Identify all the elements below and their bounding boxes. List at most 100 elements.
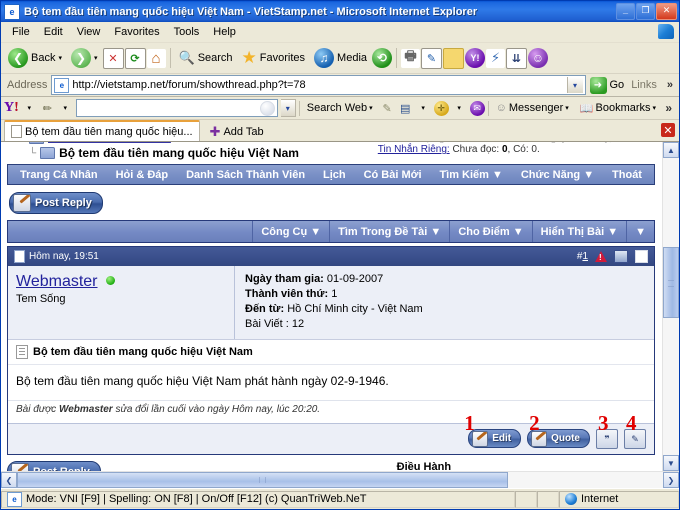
menu-item-tools[interactable]: Tools (167, 24, 207, 40)
pencil-caret-icon[interactable]: ▾ (58, 101, 73, 116)
printer-icon[interactable]: 🖶 (401, 48, 421, 68)
nav-item-newposts[interactable]: Có Bài Mới (362, 169, 424, 181)
quote-icon (531, 430, 548, 447)
forward-caret-icon[interactable]: ▾ (94, 54, 98, 62)
antispy-caret-icon[interactable]: ▾ (452, 101, 467, 116)
title-bar: e Bộ tem đầu tiên mang quốc hiệu Việt Na… (1, 1, 679, 22)
highlighter-icon[interactable]: ✎ (380, 101, 395, 116)
nav-item-memberlist[interactable]: Danh Sách Thành Viên (184, 169, 307, 181)
yahoo-logo-icon[interactable]: Y! (4, 100, 19, 116)
rate-thread-menu[interactable]: Cho Điểm ▼ (450, 221, 533, 242)
scroll-up-button[interactable]: ▲ (663, 142, 679, 158)
smiley-icon[interactable]: ☺ (528, 48, 549, 68)
pencil-icon[interactable]: ✏ (40, 101, 55, 116)
status-spacer-1 (515, 490, 537, 508)
scroll-down-button[interactable]: ▼ (663, 455, 679, 471)
menu-item-file[interactable]: File (5, 24, 37, 40)
pm-link[interactable]: Tin Nhắn Riêng: (378, 144, 450, 155)
back-label: Back (31, 52, 56, 64)
yahoo-bookmarks-button[interactable]: 📖 Bookmarks ▾ (576, 100, 660, 117)
yahoo-messenger-button[interactable]: ☺ Messenger ▾ (492, 100, 573, 116)
address-input[interactable]: e http://vietstamp.net/forum/showthread.… (51, 75, 586, 95)
meta-location-value: Hồ Chí Minh city - Việt Nam (287, 302, 423, 315)
media-button[interactable]: ♫ Media (310, 46, 371, 70)
go-button[interactable]: ➜ Go (589, 76, 624, 94)
computer-icon[interactable] (614, 250, 628, 263)
lightning-icon[interactable]: ⚡ (486, 48, 506, 68)
nav-item-functions[interactable]: Chức Năng ▼ (519, 169, 596, 181)
horizontal-scrollbar[interactable]: ❮ ❯ (1, 471, 679, 488)
thread-tools-menu[interactable]: Công Cụ ▼ (253, 221, 331, 242)
yahoo-icon[interactable]: Y! (465, 48, 486, 68)
popup-caret-icon[interactable]: ▾ (416, 101, 431, 116)
address-dropdown-icon[interactable]: ▾ (566, 77, 583, 93)
post-reply-button-bottom[interactable]: Post Reply (7, 461, 101, 471)
user-info-panel: Lần cuối Bạn ghé thăm Diễn đàn vào ngày … (378, 142, 655, 160)
favorites-button[interactable]: ★ Favorites (238, 48, 310, 68)
search-thread-menu[interactable]: Tìm Trong Đề Tài ▼ (330, 221, 451, 242)
search-button[interactable]: 🔍 Search (175, 48, 237, 68)
refresh-icon[interactable]: ⟳ (124, 47, 146, 69)
author-line: Webmaster (16, 273, 226, 291)
tab-bar: Bộ tem đầu tiên mang quốc hiệu... ✚ Add … (1, 120, 679, 142)
close-tab-icon[interactable]: ✕ (661, 123, 675, 137)
edit-button[interactable]: Edit (468, 429, 522, 449)
yahoo-logo-caret-icon[interactable]: ▾ (22, 101, 37, 116)
yahoo-toolbar: Y! ▾ ✏ ▾ ▾ Search Web ▾ ✎ ▤ ▾ ✛ ▾ ✉ ☺ Me… (1, 97, 679, 120)
add-tab-button[interactable]: ✚ Add Tab (204, 123, 270, 141)
back-caret-icon[interactable]: ▾ (58, 54, 62, 62)
checkbox-icon[interactable] (635, 250, 648, 263)
horizontal-scroll-track[interactable] (17, 472, 663, 488)
search-web-label: Search Web (306, 102, 368, 114)
post-body: Webmaster Tem Sống Ngày tham gia: 01-09-… (8, 266, 654, 340)
display-modes-menu[interactable]: Hiển Thị Bài ▼ (533, 221, 628, 242)
vertical-scroll-track[interactable] (663, 158, 679, 455)
yahoo-search-input[interactable] (75, 99, 278, 117)
thread-toolbar-overflow[interactable]: ▼ (627, 221, 654, 242)
download-icon[interactable]: ⇊ (506, 47, 528, 69)
menu-item-help[interactable]: Help (206, 24, 243, 40)
links-label[interactable]: Links (628, 79, 660, 91)
status-zone-cell[interactable]: Internet (559, 490, 679, 508)
toolbar-overflow-icon[interactable]: » (664, 79, 676, 91)
post-number-link[interactable]: #1 (577, 251, 588, 262)
menu-item-view[interactable]: View (70, 24, 108, 40)
toolbar-divider-2 (396, 48, 398, 68)
yahoo-divider-2 (487, 100, 489, 116)
forward-button[interactable]: ❯ ▾ (67, 46, 102, 70)
quote-button[interactable]: Quote (527, 429, 590, 449)
online-dot-icon (105, 276, 115, 285)
nav-item-profile[interactable]: Trang Cá Nhân (18, 169, 100, 181)
menu-item-favorites[interactable]: Favorites (107, 24, 166, 40)
restore-button[interactable]: ❐ (636, 3, 655, 20)
nav-item-search[interactable]: Tìm Kiếm ▼ (437, 169, 504, 181)
popup-blocker-icon[interactable]: ▤ (398, 101, 413, 116)
warning-icon[interactable] (595, 250, 607, 263)
forward-arrow-icon: ❯ (70, 48, 91, 68)
close-button[interactable]: ✕ (656, 3, 677, 20)
mail-icon[interactable]: ✉ (469, 100, 485, 116)
post-reply-button-top[interactable]: Post Reply (9, 192, 103, 214)
yahoo-search-web-button[interactable]: Search Web ▾ (303, 100, 377, 116)
nav-item-calendar[interactable]: Lịch (321, 169, 348, 181)
home-icon[interactable]: ⌂ (146, 48, 166, 68)
breadcrumb-parent[interactable]: hòa : 02/9/1945 - 24/6/1976 (48, 142, 171, 144)
stop-icon[interactable]: ✕ (102, 47, 124, 69)
menu-item-edit[interactable]: Edit (37, 24, 70, 40)
tab-active[interactable]: Bộ tem đầu tiên mang quốc hiệu... (4, 120, 200, 141)
anti-spy-icon[interactable]: ✛ (433, 100, 449, 116)
nav-item-faq[interactable]: Hỏi & Đáp (114, 169, 171, 181)
yahoo-search-dropdown-icon[interactable]: ▾ (280, 99, 296, 117)
nav-item-logout[interactable]: Thoát (610, 169, 644, 181)
history-icon[interactable]: ⟲ (372, 48, 393, 68)
vertical-scroll-thumb[interactable] (663, 247, 679, 319)
author-link[interactable]: Webmaster (16, 273, 98, 290)
scroll-right-button[interactable]: ❯ (663, 472, 679, 488)
scroll-left-button[interactable]: ❮ (1, 472, 17, 488)
back-button[interactable]: ❮ Back ▾ (4, 46, 66, 70)
edit-page-icon[interactable]: ✎ (421, 47, 443, 69)
horizontal-scroll-thumb[interactable] (17, 472, 508, 488)
minimize-button[interactable]: _ (616, 3, 635, 20)
vertical-scrollbar[interactable]: ▲ ▼ (662, 142, 679, 471)
yahoo-overflow-icon[interactable]: » (665, 101, 676, 115)
